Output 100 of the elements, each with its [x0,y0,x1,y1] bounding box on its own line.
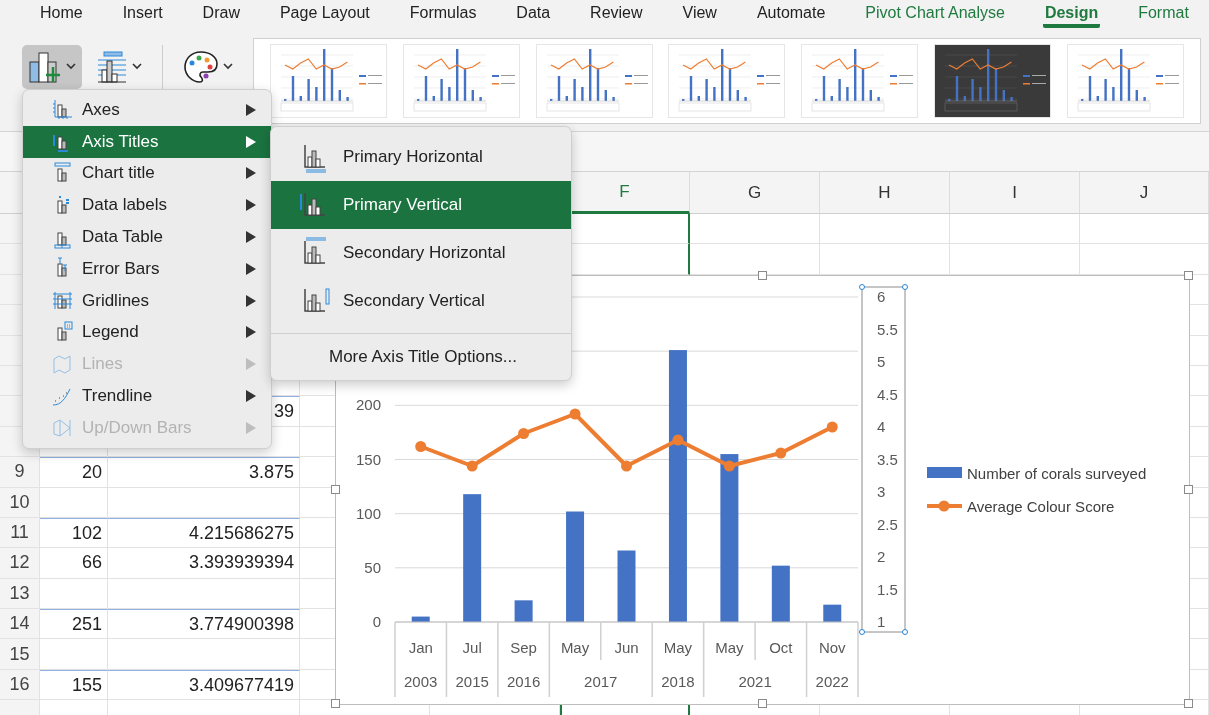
submenu-arrow-icon [245,389,257,404]
axis-label: 4.5 [877,385,898,403]
submenu-arrow-icon [245,261,257,276]
ribbon-tab[interactable]: Home [38,0,85,28]
menu-item[interactable]: Primary Vertical [271,181,571,229]
submenu-arrow-icon [245,230,257,245]
submenu-arrow-icon [245,198,257,213]
axis-label: Nov [818,639,846,656]
axis-label: 3 [877,483,886,500]
axis-label: 2003 [404,673,438,690]
axis-label: 0 [372,613,381,630]
submenu-arrow-icon [245,102,257,117]
axis-label: 5 [877,353,886,370]
column-header[interactable]: I [950,172,1080,214]
menu-item[interactable]: Axis Titles [23,125,271,158]
row-header: 15 [0,639,40,670]
axis-label: 2018 [661,673,695,690]
resize-handle[interactable] [331,699,340,708]
table-cell: 3.393939394 [108,548,300,579]
axis-label: May [663,639,693,656]
menu-item[interactable]: Data labels [23,189,271,222]
ribbon-tab[interactable]: Format [1136,0,1191,28]
axis-label: Jan [408,639,433,656]
menu-item[interactable]: Axes [23,94,271,126]
table-cell: 4.215686275 [108,517,300,549]
table-cell: 66 [40,548,108,579]
axis-label: 6 [877,288,886,305]
row-header: 12 [0,548,40,579]
row-header: 14 [0,609,40,640]
lines-icon [51,352,74,376]
axis-label: 2016 [506,673,541,690]
axis-label: 2 [877,548,886,565]
table-cell: 20 [40,457,108,488]
axis-label: Jun [614,639,639,656]
ribbon-tab[interactable]: Review [588,0,645,28]
caret-icon [66,63,76,70]
axis-label: 1 [877,613,886,630]
chart-style-button[interactable] [934,43,1052,118]
resize-handle[interactable] [1184,699,1193,708]
palette-icon [183,49,219,84]
table-cell: 3.774900398 [108,609,300,640]
submenu-arrow-icon [245,166,257,181]
table-cell: 155 [40,669,108,701]
caret-icon [132,63,142,70]
column-header[interactable]: J [1080,172,1209,214]
table-cell: 251 [40,609,108,640]
table-cell: 102 [40,517,108,549]
menu-item[interactable]: Gridlines [23,284,271,317]
axis-label: 2.5 [877,515,898,533]
ribbon-tab[interactable]: Pivot Chart Analyse [863,0,1007,28]
ribbon-tab[interactable]: View [680,0,719,28]
menu-item[interactable]: Chart title [23,157,271,190]
axis-label: 4 [877,418,886,435]
axis-label: 5.5 [877,320,898,338]
menu-item[interactable]: Legend [23,316,271,349]
axis-label: 2017 [584,673,618,690]
table-cell [40,578,108,610]
axis-selection-frame[interactable] [859,284,908,635]
resize-handle[interactable] [757,699,767,708]
legend-label: Number of corals surveyed [967,465,1147,482]
resize-handle[interactable] [331,485,340,494]
resize-handle[interactable] [1184,271,1193,280]
add-chart-element-button[interactable] [22,44,82,89]
axis-label: 2015 [455,673,489,690]
menu-item[interactable]: Error Bars [23,253,271,285]
menu-item[interactable]: Secondary Horizontal [271,229,571,277]
legend-swatch [927,467,962,478]
column-header[interactable]: G [690,172,820,214]
ribbon-tab[interactable]: Formulas [407,0,479,28]
submenu-arrow-icon [245,134,257,149]
row-header: 9 [0,457,40,488]
axis-label: Oct [769,639,793,656]
axis-label: 50 [364,558,381,576]
resize-handle[interactable] [757,271,767,280]
axis-label: Sep [510,639,537,656]
ribbon-tab[interactable]: Page Layout [277,0,372,28]
axis-label: 2021 [738,673,772,690]
table-cell [40,487,108,518]
row-header: 10 [0,487,40,518]
ribbon-tab[interactable]: Data [514,0,553,28]
ribbon-tab[interactable]: Insert [120,0,165,28]
ribbon-tab[interactable]: Draw [200,0,242,28]
axis-label: 100 [355,504,381,522]
column-header[interactable]: H [820,172,950,214]
up-down-bars-icon [51,416,74,440]
axis-label: May [715,639,744,656]
menu-item[interactable]: Data Table [23,221,271,253]
axis-label: May [560,639,590,656]
row-header: 11 [0,517,40,549]
row-header: 13 [0,578,40,610]
chart-add-icon [28,49,62,84]
resize-handle[interactable] [1184,485,1193,494]
legend-label: Average Colour Score [967,498,1115,515]
ribbon-tab[interactable]: Automate [754,0,828,28]
axis-label: 200 [355,396,381,414]
axis-label: 3.5 [877,450,898,468]
submenu-arrow-icon [245,293,257,308]
chart-title-icon [51,162,74,185]
ribbon-tab[interactable]: Design [1042,0,1101,28]
table-cell: 3.409677419 [108,669,300,701]
